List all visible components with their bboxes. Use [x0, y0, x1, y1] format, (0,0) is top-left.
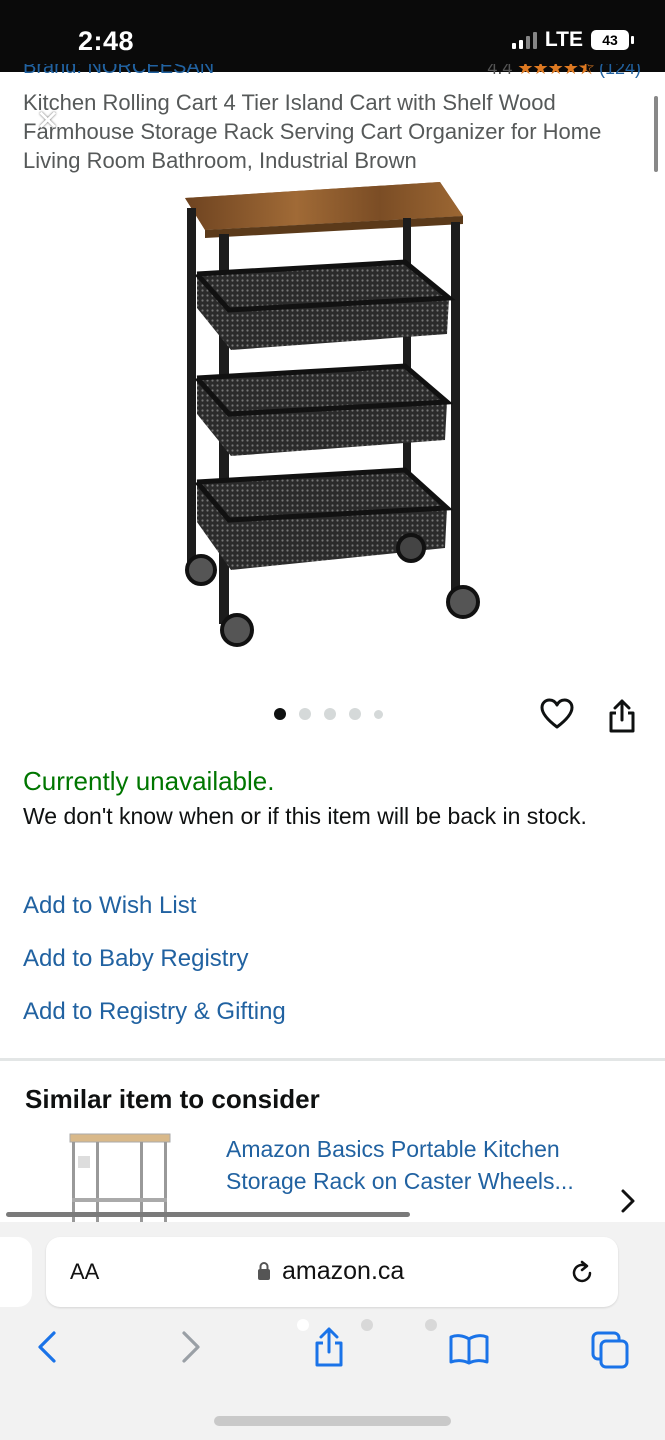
share-icon[interactable]: [606, 698, 638, 734]
availability-status: Currently unavailable.: [23, 766, 275, 796]
home-indicator[interactable]: [214, 1416, 451, 1426]
carousel-dot[interactable]: [274, 708, 286, 720]
brand-link[interactable]: Brand: NORCEESAN: [23, 64, 214, 79]
add-to-baby-registry-link[interactable]: Add to Baby Registry: [23, 945, 248, 973]
lock-icon: [258, 1262, 270, 1280]
scrollbar[interactable]: [654, 96, 658, 172]
section-divider: [0, 1058, 665, 1061]
carousel-dot[interactable]: [349, 708, 361, 720]
text-size-button[interactable]: AA: [70, 1259, 99, 1285]
rating-value: 4.4: [487, 64, 513, 78]
status-indicators: LTE 43: [511, 28, 634, 52]
bookmarks-icon[interactable]: [448, 1332, 490, 1366]
heart-icon[interactable]: [540, 698, 574, 730]
product-image[interactable]: [175, 178, 485, 648]
add-to-wish-list-link[interactable]: Add to Wish List: [23, 892, 196, 920]
signal-icon: [511, 31, 537, 49]
brand-rating-row: Brand: NORCEESAN 4.4 ★★★★⯪ (124): [23, 64, 641, 84]
carousel-dot[interactable]: [299, 708, 311, 720]
product-title: Kitchen Rolling Cart 4 Tier Island Cart …: [23, 90, 602, 173]
carousel-dot[interactable]: [374, 709, 383, 719]
status-time: 2:48: [78, 26, 135, 56]
previous-tab-pill[interactable]: [0, 1237, 32, 1307]
share-icon[interactable]: [312, 1326, 346, 1368]
star-rating-icon: ★★★★⯪: [517, 64, 595, 78]
similar-item-title[interactable]: Amazon Basics Portable Kitchen Storage R…: [226, 1133, 626, 1197]
carousel-dot[interactable]: [324, 708, 336, 720]
address-bar[interactable]: AA amazon.ca: [46, 1237, 618, 1307]
browser-toolbar: AA amazon.ca: [0, 1222, 665, 1440]
rating[interactable]: 4.4 ★★★★⯪ (124): [487, 64, 641, 84]
tabs-icon[interactable]: [590, 1330, 630, 1370]
chevron-right-icon[interactable]: [620, 1188, 636, 1214]
battery-level: 43: [602, 32, 618, 48]
close-icon[interactable]: ✕: [36, 104, 59, 137]
status-bar: 2:48 LTE 43: [0, 0, 665, 72]
review-count: (124): [598, 64, 641, 78]
forward-icon[interactable]: [180, 1330, 202, 1364]
image-carousel-dots[interactable]: [274, 708, 383, 720]
similar-item-image[interactable]: [66, 1132, 174, 1224]
battery-icon: 43: [591, 30, 634, 50]
availability-message: We don't know when or if this item will …: [23, 803, 587, 829]
add-to-registry-gifting-link[interactable]: Add to Registry & Gifting: [23, 998, 286, 1026]
similar-items-heading: Similar item to consider: [25, 1084, 320, 1114]
horizontal-scrollbar[interactable]: [6, 1212, 410, 1217]
back-icon[interactable]: [36, 1330, 58, 1364]
url-text[interactable]: amazon.ca: [282, 1257, 404, 1286]
network-label: LTE: [544, 28, 583, 51]
reload-icon[interactable]: [568, 1259, 596, 1287]
